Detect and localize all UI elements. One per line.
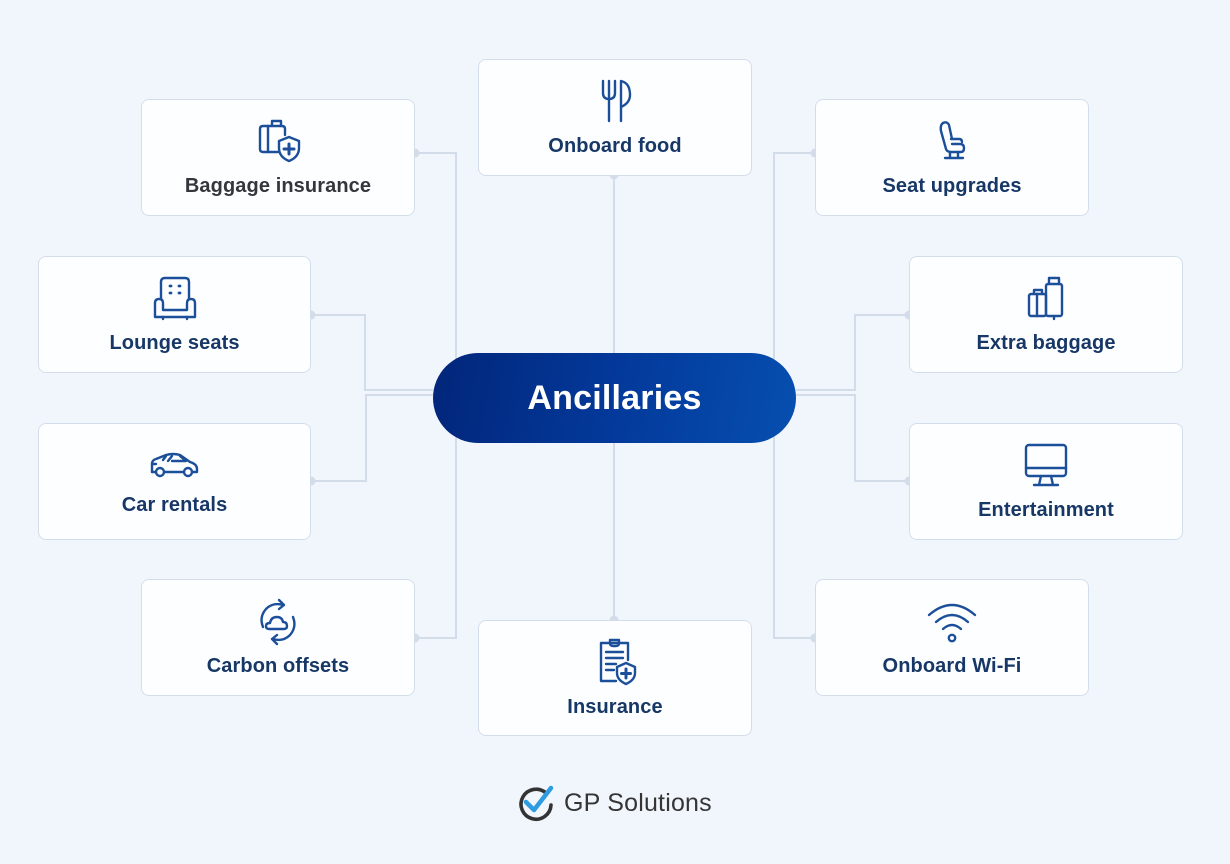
center-node-ancillaries: Ancillaries xyxy=(433,353,796,443)
connector-car-rentals xyxy=(311,394,433,482)
node-label: Baggage insurance xyxy=(184,175,372,197)
node-seat-upgrades: Seat upgrades xyxy=(815,99,1089,216)
cloud-cycle-icon xyxy=(249,597,307,647)
center-label: Ancillaries xyxy=(527,378,702,417)
luggage-icon xyxy=(1017,274,1075,324)
node-onboard-food: Onboard food xyxy=(478,59,752,176)
checkmark-circle-icon xyxy=(519,785,554,821)
node-label: Entertainment xyxy=(978,499,1114,521)
suitcase-shield-icon xyxy=(249,117,307,167)
node-insurance: Insurance xyxy=(478,620,752,736)
node-onboard-wifi: Onboard Wi-Fi xyxy=(815,579,1089,696)
node-label: Lounge seats xyxy=(109,332,240,354)
node-label: Extra baggage xyxy=(976,332,1116,354)
clipboard-shield-icon xyxy=(586,638,644,688)
node-entertainment: Entertainment xyxy=(909,423,1183,540)
node-carbon-offsets: Carbon offsets xyxy=(141,579,415,696)
node-car-rentals: Car rentals xyxy=(38,423,311,540)
connector-extra-baggage xyxy=(796,314,909,391)
node-lounge-seats: Lounge seats xyxy=(38,256,311,373)
node-label: Car rentals xyxy=(121,494,228,516)
wifi-icon xyxy=(923,597,981,647)
node-label: Carbon offsets xyxy=(206,655,350,677)
monitor-icon xyxy=(1017,441,1075,491)
airplane-seat-icon xyxy=(923,117,981,167)
node-baggage-insurance: Baggage insurance xyxy=(141,99,415,216)
car-icon xyxy=(146,446,204,486)
node-label: Insurance xyxy=(567,695,663,718)
connector-lounge-seats xyxy=(311,314,433,391)
armchair-icon xyxy=(146,274,204,324)
node-label: Onboard food xyxy=(548,135,682,157)
brand-logo: GP Solutions xyxy=(516,782,712,824)
node-extra-baggage: Extra baggage xyxy=(909,256,1183,373)
node-label: Onboard Wi-Fi xyxy=(882,655,1022,677)
connector-entertainment xyxy=(796,394,909,482)
node-label: Seat upgrades xyxy=(882,175,1022,197)
fork-knife-icon xyxy=(586,77,644,127)
brand-name: GP Solutions xyxy=(564,788,712,817)
